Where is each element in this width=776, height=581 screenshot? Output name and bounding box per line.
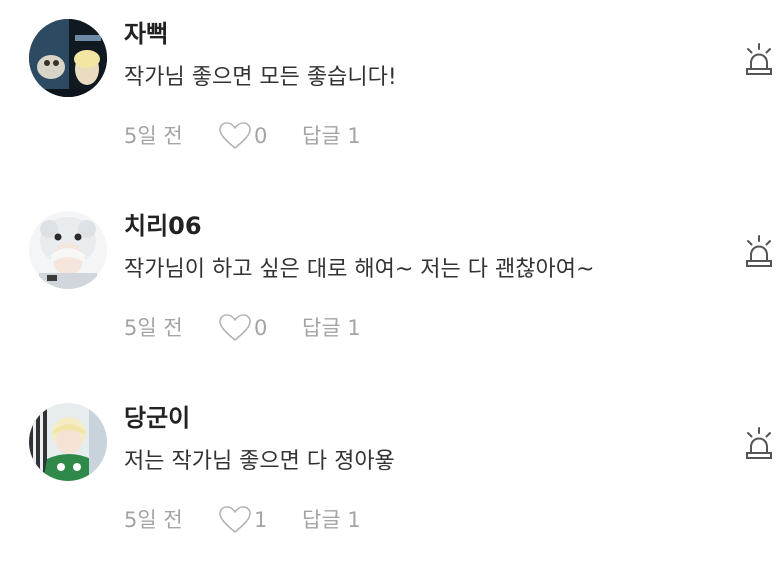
avatar[interactable] [29,211,107,289]
comment-author[interactable]: 당군이 [124,403,190,433]
report-button[interactable] [744,426,776,462]
heart-outline-icon [219,314,251,341]
comment-item: 당군이 저는 작가님 좋으면 다 졍아욯 5일 전 1 답글 1 [0,384,776,576]
report-button[interactable] [744,234,776,270]
comment-author[interactable]: 치리06 [124,211,202,241]
siren-icon [746,427,772,459]
comment-text: 저는 작가님 좋으면 다 졍아욯 [124,449,395,474]
heart-outline-icon [219,122,251,149]
like-button[interactable]: 0 [218,121,267,151]
like-button[interactable]: 1 [218,505,267,535]
comment-time: 5일 전 [124,508,183,532]
like-count: 0 [254,316,268,340]
comment-time: 5일 전 [124,124,183,148]
comment-text: 작가님 좋으면 모든 좋습니다! [124,65,397,90]
like-count: 0 [254,124,268,148]
heart-outline-icon [219,506,251,533]
like-count: 1 [254,508,268,532]
siren-icon [746,43,772,75]
comment-item: 치리06 작가님이 하고 싶은 대로 해여~ 저는 다 괜찮아여~ 5일 전 0… [0,192,776,384]
avatar[interactable] [29,19,107,97]
like-button[interactable]: 0 [218,313,267,343]
reply-button[interactable]: 답글 1 [302,505,361,535]
avatar[interactable] [29,403,107,481]
siren-icon [746,235,772,267]
avatar-photo [29,19,107,97]
report-button[interactable] [744,42,776,78]
avatar-photo [29,211,107,289]
avatar-photo [29,403,107,481]
comment-item: 자뻑 작가님 좋으면 모든 좋습니다! 5일 전 0 답글 1 [0,0,776,192]
reply-button[interactable]: 답글 1 [302,313,361,343]
comment-time: 5일 전 [124,316,183,340]
comment-text: 작가님이 하고 싶은 대로 해여~ 저는 다 괜찮아여~ [124,257,595,282]
reply-button[interactable]: 답글 1 [302,121,361,151]
comment-author[interactable]: 자뻑 [124,19,168,49]
